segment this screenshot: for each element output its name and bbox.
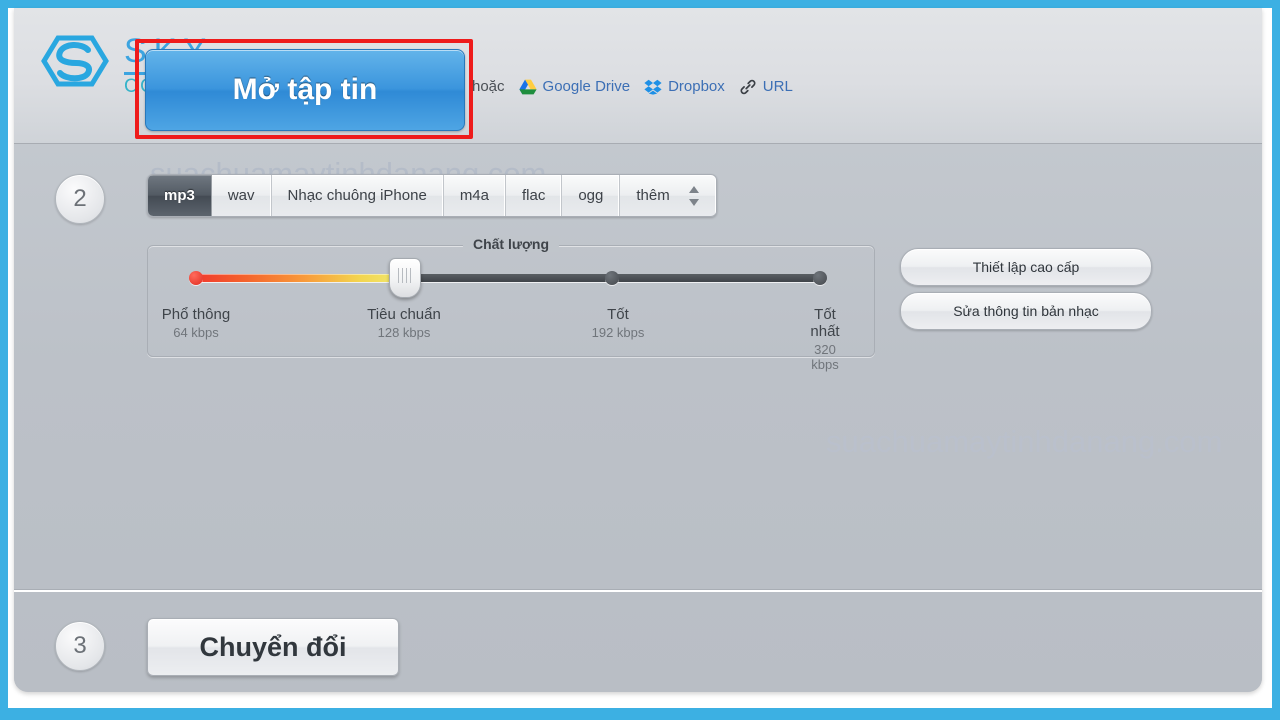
step-badge-2: 2 — [55, 174, 105, 224]
sky-hexagon-s-logo-icon — [41, 35, 109, 87]
quality-stop-labels: Phổ thông 64 kbps Tiêu chuẩn 128 kbps Tố… — [148, 306, 874, 372]
tab-iphone-ringtone[interactable]: Nhạc chuông iPhone — [272, 175, 444, 216]
tab-wav[interactable]: wav — [212, 175, 272, 216]
page-frame: SKY COMPUTER Mở tập tin hoặc — [0, 0, 1280, 720]
quality-fieldset: Chất lượng Phổ thông 64 kbps Tiêu chuẩn … — [147, 236, 875, 372]
format-tab-bar[interactable]: mp3 wav Nhạc chuông iPhone m4a flac ogg … — [147, 174, 717, 217]
dropbox-icon — [644, 79, 662, 95]
slider-stop-3[interactable] — [813, 271, 827, 285]
edit-track-info-button[interactable]: Sửa thông tin bản nhạc — [900, 292, 1152, 330]
converter-app-panel: SKY COMPUTER Mở tập tin hoặc — [14, 8, 1262, 692]
quality-legend: Chất lượng — [462, 236, 560, 252]
white-mat: SKY COMPUTER Mở tập tin hoặc — [8, 8, 1272, 708]
google-drive-link[interactable]: Google Drive — [518, 78, 631, 95]
quality-stop-label-0: Phổ thông 64 kbps — [161, 306, 231, 340]
tab-flac[interactable]: flac — [506, 175, 563, 216]
url-label: URL — [762, 78, 793, 95]
step-badge-3: 3 — [55, 621, 105, 671]
link-icon — [739, 79, 757, 95]
section-separator — [14, 590, 1262, 592]
open-file-highlight-box — [135, 39, 473, 139]
quality-slider[interactable] — [189, 258, 827, 298]
google-drive-label: Google Drive — [542, 78, 631, 95]
quality-stop-label-1: Tiêu chuẩn 128 kbps — [367, 306, 441, 340]
google-drive-icon — [518, 79, 537, 95]
quality-stop-label-2: Tốt 192 kbps — [591, 306, 645, 340]
tab-more[interactable]: thêm — [620, 175, 715, 216]
slider-handle-grip — [398, 268, 412, 283]
url-link[interactable]: URL — [739, 78, 793, 95]
tab-more-label: thêm — [636, 187, 670, 204]
convert-button[interactable]: Chuyển đổi — [147, 618, 399, 676]
tab-mp3[interactable]: mp3 — [148, 175, 212, 216]
advanced-settings-button[interactable]: Thiết lập cao cấp — [900, 248, 1152, 286]
app-body — [14, 144, 1262, 692]
or-label: hoặc — [472, 78, 505, 95]
chevron-updown-icon[interactable] — [688, 185, 700, 207]
slider-handle[interactable] — [389, 258, 421, 298]
alternate-sources: hoặc Google Drive Dropbox URL — [472, 78, 793, 95]
quality-stop-label-3: Tốt nhất 320 kbps — [810, 306, 840, 372]
slider-stop-0[interactable] — [189, 271, 203, 285]
dropbox-link[interactable]: Dropbox — [644, 78, 725, 95]
slider-stop-2[interactable] — [605, 271, 619, 285]
slider-filled-track — [196, 274, 404, 282]
dropbox-label: Dropbox — [668, 78, 725, 95]
tab-m4a[interactable]: m4a — [444, 175, 506, 216]
step1-header: SKY COMPUTER Mở tập tin hoặc — [14, 8, 1262, 144]
tab-ogg[interactable]: ogg — [562, 175, 621, 216]
